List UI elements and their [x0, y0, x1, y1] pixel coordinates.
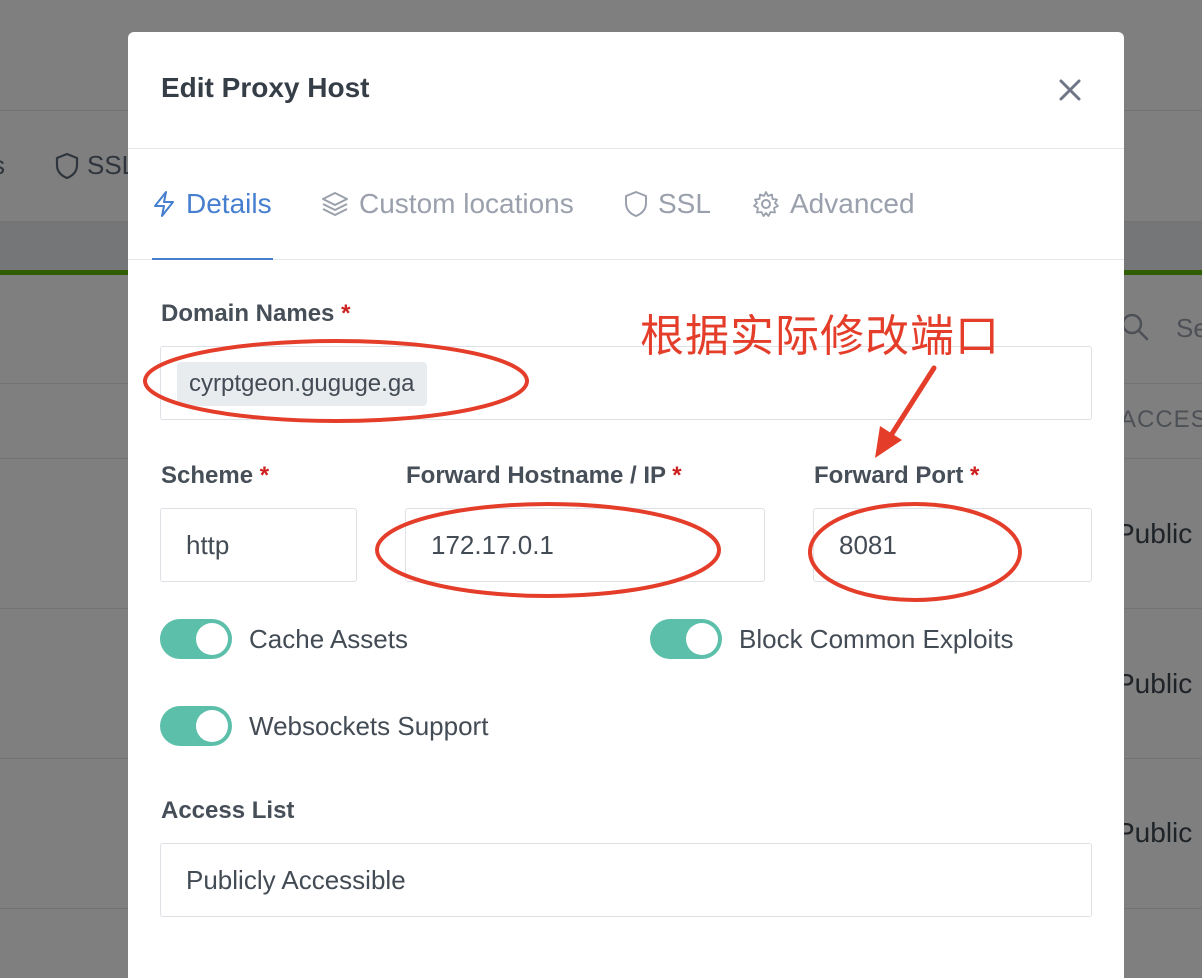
forward-port-label-text: Forward Port [814, 462, 964, 489]
required-mark: * [341, 300, 351, 327]
access-list-label: Access List [161, 797, 295, 824]
tab-details[interactable]: Details [152, 149, 272, 259]
tab-custom-locations-label: Custom locations [359, 188, 574, 219]
tab-advanced[interactable]: Advanced [752, 149, 915, 259]
gear-icon [753, 191, 779, 217]
forward-port-label: Forward Port * [814, 462, 979, 490]
domain-names-label-text: Domain Names [161, 300, 335, 327]
domain-names-label: Domain Names * [161, 300, 350, 328]
required-mark: * [259, 462, 270, 489]
shield-icon [625, 191, 647, 217]
websockets-label: Websockets Support [249, 710, 489, 741]
forward-port-input[interactable]: 8081 [813, 508, 1092, 582]
block-exploits-toggle[interactable] [650, 619, 722, 659]
scheme-label-text: Scheme [161, 462, 254, 489]
forward-hostname-label-text: Forward Hostname / IP [406, 462, 666, 489]
block-exploits-label: Block Common Exploits [739, 623, 1014, 654]
scheme-label: Scheme * [161, 462, 269, 490]
cache-assets-label: Cache Assets [249, 623, 408, 654]
websockets-toggle-row: Websockets Support [160, 706, 488, 746]
edit-proxy-host-modal: Edit Proxy Host Details Custom locations [128, 32, 1124, 978]
required-mark: * [672, 462, 682, 489]
layers-icon [322, 192, 348, 216]
forward-hostname-input[interactable]: 172.17.0.1 [405, 508, 765, 582]
modal-header: Edit Proxy Host [128, 32, 1124, 149]
access-list-value: Publicly Accessible [186, 864, 406, 895]
forward-port-value: 8081 [839, 529, 897, 560]
active-tab-indicator [152, 258, 273, 260]
scheme-select[interactable]: http [160, 508, 357, 582]
tab-ssl[interactable]: SSL [624, 149, 711, 259]
domain-chip[interactable]: cyrptgeon.guguge.ga [177, 362, 427, 406]
forward-hostname-label: Forward Hostname / IP * [406, 462, 682, 490]
required-mark: * [970, 462, 980, 489]
bolt-icon [154, 191, 174, 217]
forward-hostname-value: 172.17.0.1 [431, 529, 554, 560]
block-exploits-toggle-row: Block Common Exploits [650, 619, 1014, 659]
scheme-value: http [186, 529, 230, 560]
cache-assets-toggle[interactable] [160, 619, 232, 659]
annotation-text: 根据实际修改端口 [640, 311, 1000, 362]
close-icon[interactable] [1054, 74, 1086, 106]
tab-ssl-label: SSL [658, 188, 711, 219]
cache-assets-toggle-row: Cache Assets [160, 619, 408, 659]
tab-advanced-label: Advanced [790, 188, 915, 219]
tab-details-label: Details [186, 188, 272, 219]
modal-title: Edit Proxy Host [161, 72, 370, 103]
modal-tabs: Details Custom locations SSL Advanced [128, 149, 1124, 260]
tab-custom-locations[interactable]: Custom locations [321, 149, 574, 259]
websockets-toggle[interactable] [160, 706, 232, 746]
access-list-select[interactable]: Publicly Accessible [160, 843, 1092, 917]
